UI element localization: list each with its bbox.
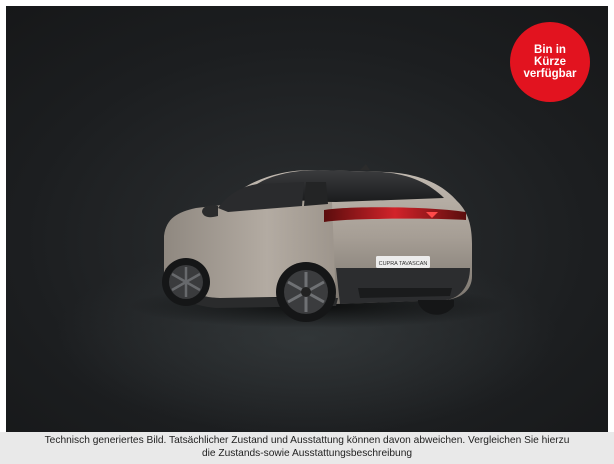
availability-badge: Bin in Kürze verfügbar (510, 22, 590, 102)
availability-badge-text: Bin in Kürze verfügbar (523, 44, 577, 80)
disclaimer-line-1: Technisch generiertes Bild. Tatsächliche… (44, 435, 570, 446)
svg-text:CUPRA TAVASCAN: CUPRA TAVASCAN (379, 261, 428, 267)
vehicle-image[interactable]: CUPRA TAVASCAN Bin in Kürze verfügbar (6, 6, 608, 432)
disclaimer-line-2: die Zustands-sowie Ausstattungsbeschreib… (201, 447, 413, 459)
image-disclaimer: Technisch generiertes Bild. Tatsächliche… (0, 432, 614, 464)
vehicle-image-frame: CUPRA TAVASCAN Bin in Kürze verfügbar Te… (0, 0, 614, 464)
